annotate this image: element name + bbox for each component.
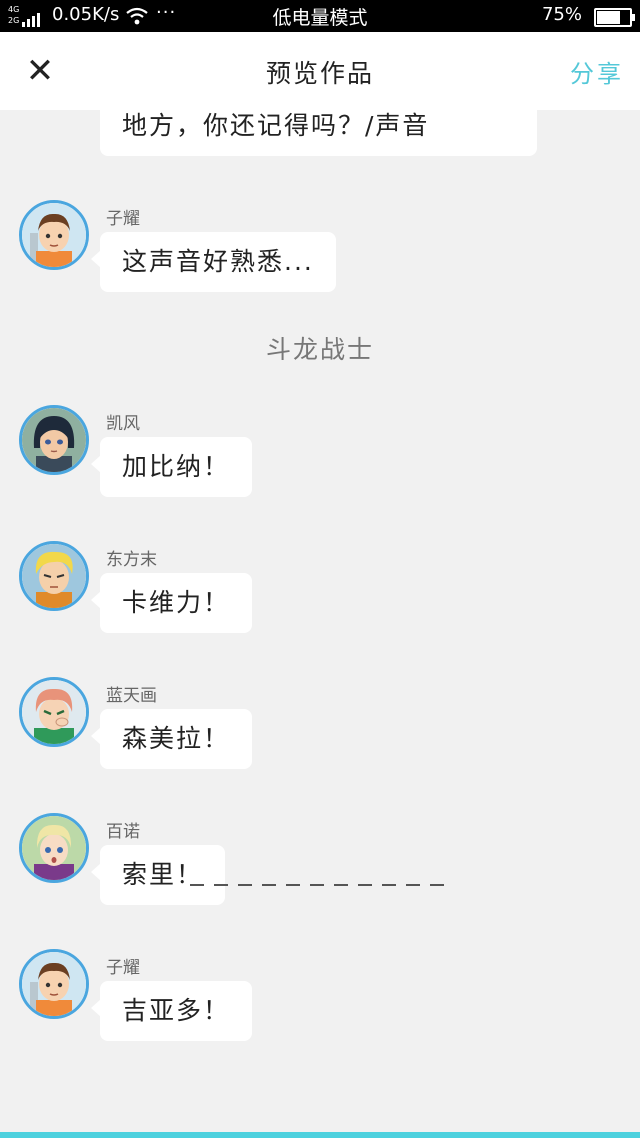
message-bubble: 索里！ [90, 845, 226, 905]
app-header: ✕ 预览作品 分享 [0, 32, 640, 110]
avatar-image [22, 408, 86, 472]
speaker-name: 子耀 [106, 209, 140, 229]
message-bubble: 森美拉！ [90, 709, 253, 769]
status-bar: 4G 2G 0.05K/s ··· 低电量模式 75% [0, 0, 640, 32]
avatar[interactable] [19, 541, 89, 611]
avatar-image [22, 952, 86, 1016]
battery-percent: 75% [541, 4, 582, 25]
avatar[interactable] [19, 813, 89, 883]
avatar[interactable] [19, 949, 89, 1019]
message-bubble: 卡维力！ [90, 573, 253, 633]
message-bubble: 吉亚多！ [90, 981, 253, 1041]
avatar-image [22, 203, 86, 267]
story-preview[interactable]: 地方，你还记得吗？/声音 子耀 这声音好熟悉... 斗龙战士 凯风 加比纳！ 东… [0, 110, 640, 1132]
end-divider [190, 884, 444, 886]
message-bubble: 这声音好熟悉... [91, 232, 336, 292]
avatar-image [22, 816, 86, 880]
message-bubble: 加比纳！ [90, 437, 253, 497]
avatar-image [22, 680, 86, 744]
avatar[interactable] [19, 405, 89, 475]
speaker-name: 百诺 [106, 822, 140, 842]
message-bubble: 地方，你还记得吗？/声音 [100, 110, 537, 156]
bottom-accent-bar [0, 1132, 640, 1138]
avatar[interactable] [19, 200, 89, 270]
speaker-name: 子耀 [106, 958, 140, 978]
section-title: 斗龙战士 [265, 335, 374, 364]
speaker-name: 蓝天画 [106, 686, 157, 706]
page-title: 预览作品 [265, 59, 374, 88]
speaker-name: 凯风 [106, 414, 140, 434]
avatar[interactable] [19, 677, 89, 747]
share-button[interactable]: 分享 [570, 54, 624, 89]
speaker-name: 东方末 [106, 550, 157, 570]
battery-icon [594, 8, 635, 27]
avatar-image [22, 544, 86, 608]
